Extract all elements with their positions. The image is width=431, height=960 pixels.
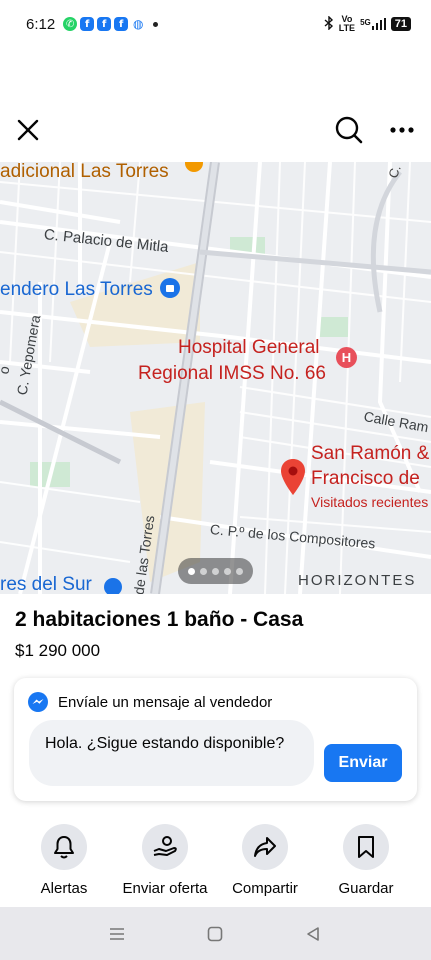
menu-icon	[110, 928, 124, 940]
carousel-dot	[200, 567, 207, 575]
save-button[interactable]	[343, 824, 389, 870]
hospital-marker[interactable]: H	[336, 347, 357, 368]
share-icon	[254, 837, 276, 857]
listing-actions: Alertas Enviar oferta Compartir Guardar	[0, 824, 431, 904]
more-options-icon	[390, 127, 414, 133]
image-carousel-indicator[interactable]	[178, 558, 253, 584]
message-seller-card: Envíale un mensaje al vendedor Hola. ¿Si…	[14, 678, 417, 801]
search-icon	[335, 116, 363, 144]
volte-indicator: Vo LTE	[339, 15, 355, 33]
message-input[interactable]: Hola. ¿Sigue estando disponible?	[29, 720, 314, 786]
shopping-bag-icon	[166, 284, 174, 292]
share-label: Compartir	[232, 880, 298, 897]
bottom-left-marker[interactable]	[104, 578, 122, 594]
map-label-hospital-line1: Hospital General	[178, 337, 320, 358]
save-label: Guardar	[338, 880, 394, 897]
bookmark-icon	[358, 836, 374, 858]
whatsapp-icon: ✆	[63, 17, 78, 31]
messenger-icon	[28, 692, 48, 712]
send-offer-label: Enviar oferta	[122, 880, 208, 897]
carousel-dot	[236, 567, 243, 575]
map-label-sendero: endero Las Torres	[0, 279, 153, 300]
map-label-pin-line3: Visitados recientes	[311, 494, 429, 510]
alerts-button[interactable]	[41, 824, 87, 870]
bell-icon	[54, 836, 74, 859]
carousel-dot	[188, 567, 195, 575]
save-action[interactable]: Guardar	[311, 824, 421, 897]
signal-label: 5G	[360, 18, 371, 27]
map-label-horizontes: HORIZONTES	[298, 572, 417, 589]
home-square-icon	[207, 926, 223, 942]
search-button[interactable]	[331, 112, 367, 148]
map-label-left-o: o	[0, 364, 13, 376]
map-label-pin-line2: Francisco de	[311, 468, 420, 489]
send-offer-button[interactable]	[142, 824, 188, 870]
offer-icon	[153, 836, 177, 856]
send-button[interactable]: Enviar	[324, 744, 402, 782]
message-card-heading: Envíale un mensaje al vendedor	[58, 693, 273, 711]
alerts-action[interactable]: Alertas	[9, 824, 119, 897]
back-triangle-icon	[307, 927, 319, 941]
battery-indicator: 71	[390, 17, 411, 31]
more-notifications-dot	[153, 21, 159, 27]
status-right: Vo LTE 5G 71	[324, 15, 411, 33]
carousel-dot	[212, 567, 219, 575]
alerts-label: Alertas	[40, 880, 88, 897]
sendero-marker[interactable]	[160, 278, 180, 298]
recents-button[interactable]	[106, 923, 128, 945]
share-action[interactable]: Compartir	[210, 824, 320, 897]
signal-icon: 5G	[360, 18, 386, 30]
message-card-header: Envíale un mensaje al vendedor	[28, 692, 272, 712]
notification-icons: ✆ f f f ◍	[63, 17, 159, 31]
system-navigation-bar	[0, 907, 431, 960]
close-icon	[17, 119, 39, 141]
map-image[interactable]: H adicional Las Torres C. C. Palacio de …	[0, 162, 431, 594]
close-button[interactable]	[10, 112, 46, 148]
volte-label-bottom: LTE	[338, 23, 356, 33]
back-button[interactable]	[302, 923, 324, 945]
facebook-icon: f	[80, 17, 95, 31]
carousel-dot	[224, 567, 231, 575]
map-label-hospital-line2: Regional IMSS No. 66	[138, 363, 326, 384]
listing-price: $1 290 000	[15, 641, 101, 660]
map-label-top-left: adicional Las Torres	[0, 162, 169, 182]
status-time: 6:12	[26, 15, 56, 33]
map-label-bottom-left: res del Sur	[0, 574, 92, 594]
facebook-icon: f	[97, 17, 112, 31]
bluetooth-icon	[324, 14, 334, 33]
app-header	[0, 104, 431, 158]
send-offer-action[interactable]: Enviar oferta	[110, 824, 220, 897]
map-label-pin-line1: San Ramón &	[311, 443, 430, 464]
messenger-icon: ◍	[132, 17, 144, 31]
home-button[interactable]	[204, 923, 226, 945]
facebook-icon: f	[114, 17, 129, 31]
status-bar: 6:12 ✆ f f f ◍ Vo LTE 5G 71	[0, 0, 431, 48]
share-button[interactable]	[242, 824, 288, 870]
more-options-button[interactable]	[384, 112, 420, 148]
listing-title: 2 habitaciones 1 baño - Casa	[15, 608, 304, 631]
